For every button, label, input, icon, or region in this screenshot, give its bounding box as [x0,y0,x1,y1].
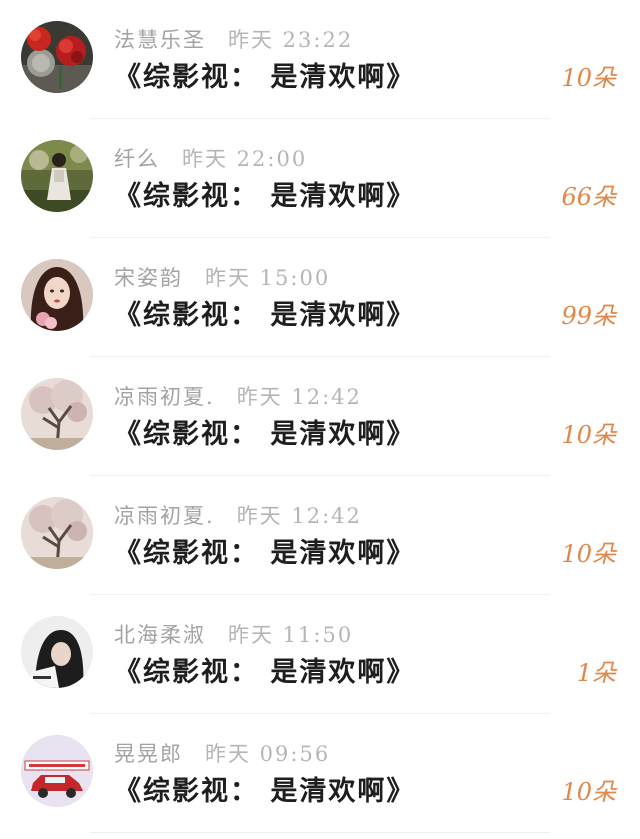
list-item[interactable]: 晃晃郎 昨天 09:56 《综影视： 是清欢啊》 10朵 [0,714,640,833]
girl-portrait-avatar[interactable] [21,259,93,331]
red-flowers-avatar[interactable] [21,21,93,93]
gift-message-list: 法慧乐圣 昨天 23:22 《综影视： 是清欢啊》 10朵 纤么 昨天 22:0… [0,0,640,839]
flower-count: 10朵 [561,64,616,92]
list-item[interactable]: 凉雨初夏. 昨天 12:42 《综影视： 是清欢啊》 10朵 [0,476,640,595]
message-meta: 凉雨初夏. 昨天 12:42 [114,499,362,531]
hooded-girl-avatar[interactable] [21,616,93,688]
book-title: 《综影视： 是清欢啊》 [114,538,416,569]
message-meta: 宋姿韵 昨天 15:00 [114,261,330,293]
message-meta: 北海柔淑 昨天 11:50 [114,618,353,650]
message-time: 昨天 12:42 [236,504,362,528]
book-title: 《综影视： 是清欢啊》 [114,62,416,93]
girl-in-field-avatar[interactable] [21,140,93,212]
sender-name: 晃晃郎 [114,742,183,766]
book-title: 《综影视： 是清欢啊》 [114,181,416,212]
list-item[interactable]: 宋姿韵 昨天 15:00 《综影视： 是清欢啊》 99朵 [0,238,640,357]
book-title: 《综影视： 是清欢啊》 [114,657,416,688]
list-item[interactable]: 纤么 昨天 22:00 《综影视： 是清欢啊》 66朵 [0,119,640,238]
message-time: 昨天 22:00 [182,147,308,171]
message-time: 昨天 23:22 [228,28,354,52]
message-time: 昨天 11:50 [228,623,354,647]
flower-count: 1朵 [576,659,616,687]
message-meta: 法慧乐圣 昨天 23:22 [114,23,353,55]
flower-count: 66朵 [561,183,616,211]
list-item[interactable]: 法慧乐圣 昨天 23:22 《综影视： 是清欢啊》 10朵 [0,0,640,119]
book-title: 《综影视： 是清欢啊》 [114,300,416,331]
message-time: 昨天 09:56 [205,742,331,766]
message-time: 昨天 12:42 [236,385,362,409]
sender-name: 凉雨初夏. [114,385,215,409]
message-meta: 凉雨初夏. 昨天 12:42 [114,380,362,412]
message-meta: 纤么 昨天 22:00 [114,142,307,174]
blossom-tree-avatar[interactable] [21,497,93,569]
flower-count: 10朵 [561,540,616,568]
flower-count: 99朵 [561,302,616,330]
sender-name: 北海柔淑 [114,623,206,647]
flower-count: 10朵 [561,778,616,806]
message-time: 昨天 15:00 [205,266,331,290]
sender-name: 法慧乐圣 [114,28,206,52]
book-title: 《综影视： 是清欢啊》 [114,776,416,807]
list-item[interactable]: 凉雨初夏. 昨天 12:42 《综影视： 是清欢啊》 10朵 [0,357,640,476]
book-title: 《综影视： 是清欢啊》 [114,419,416,450]
sender-name: 凉雨初夏. [114,504,215,528]
sender-name: 宋姿韵 [114,266,183,290]
list-item[interactable]: 北海柔淑 昨天 11:50 《综影视： 是清欢啊》 1朵 [0,595,640,714]
message-meta: 晃晃郎 昨天 09:56 [114,737,330,769]
blossom-tree-avatar[interactable] [21,378,93,450]
sender-name: 纤么 [114,147,160,171]
flower-count: 10朵 [561,421,616,449]
red-car-avatar[interactable] [21,735,93,807]
